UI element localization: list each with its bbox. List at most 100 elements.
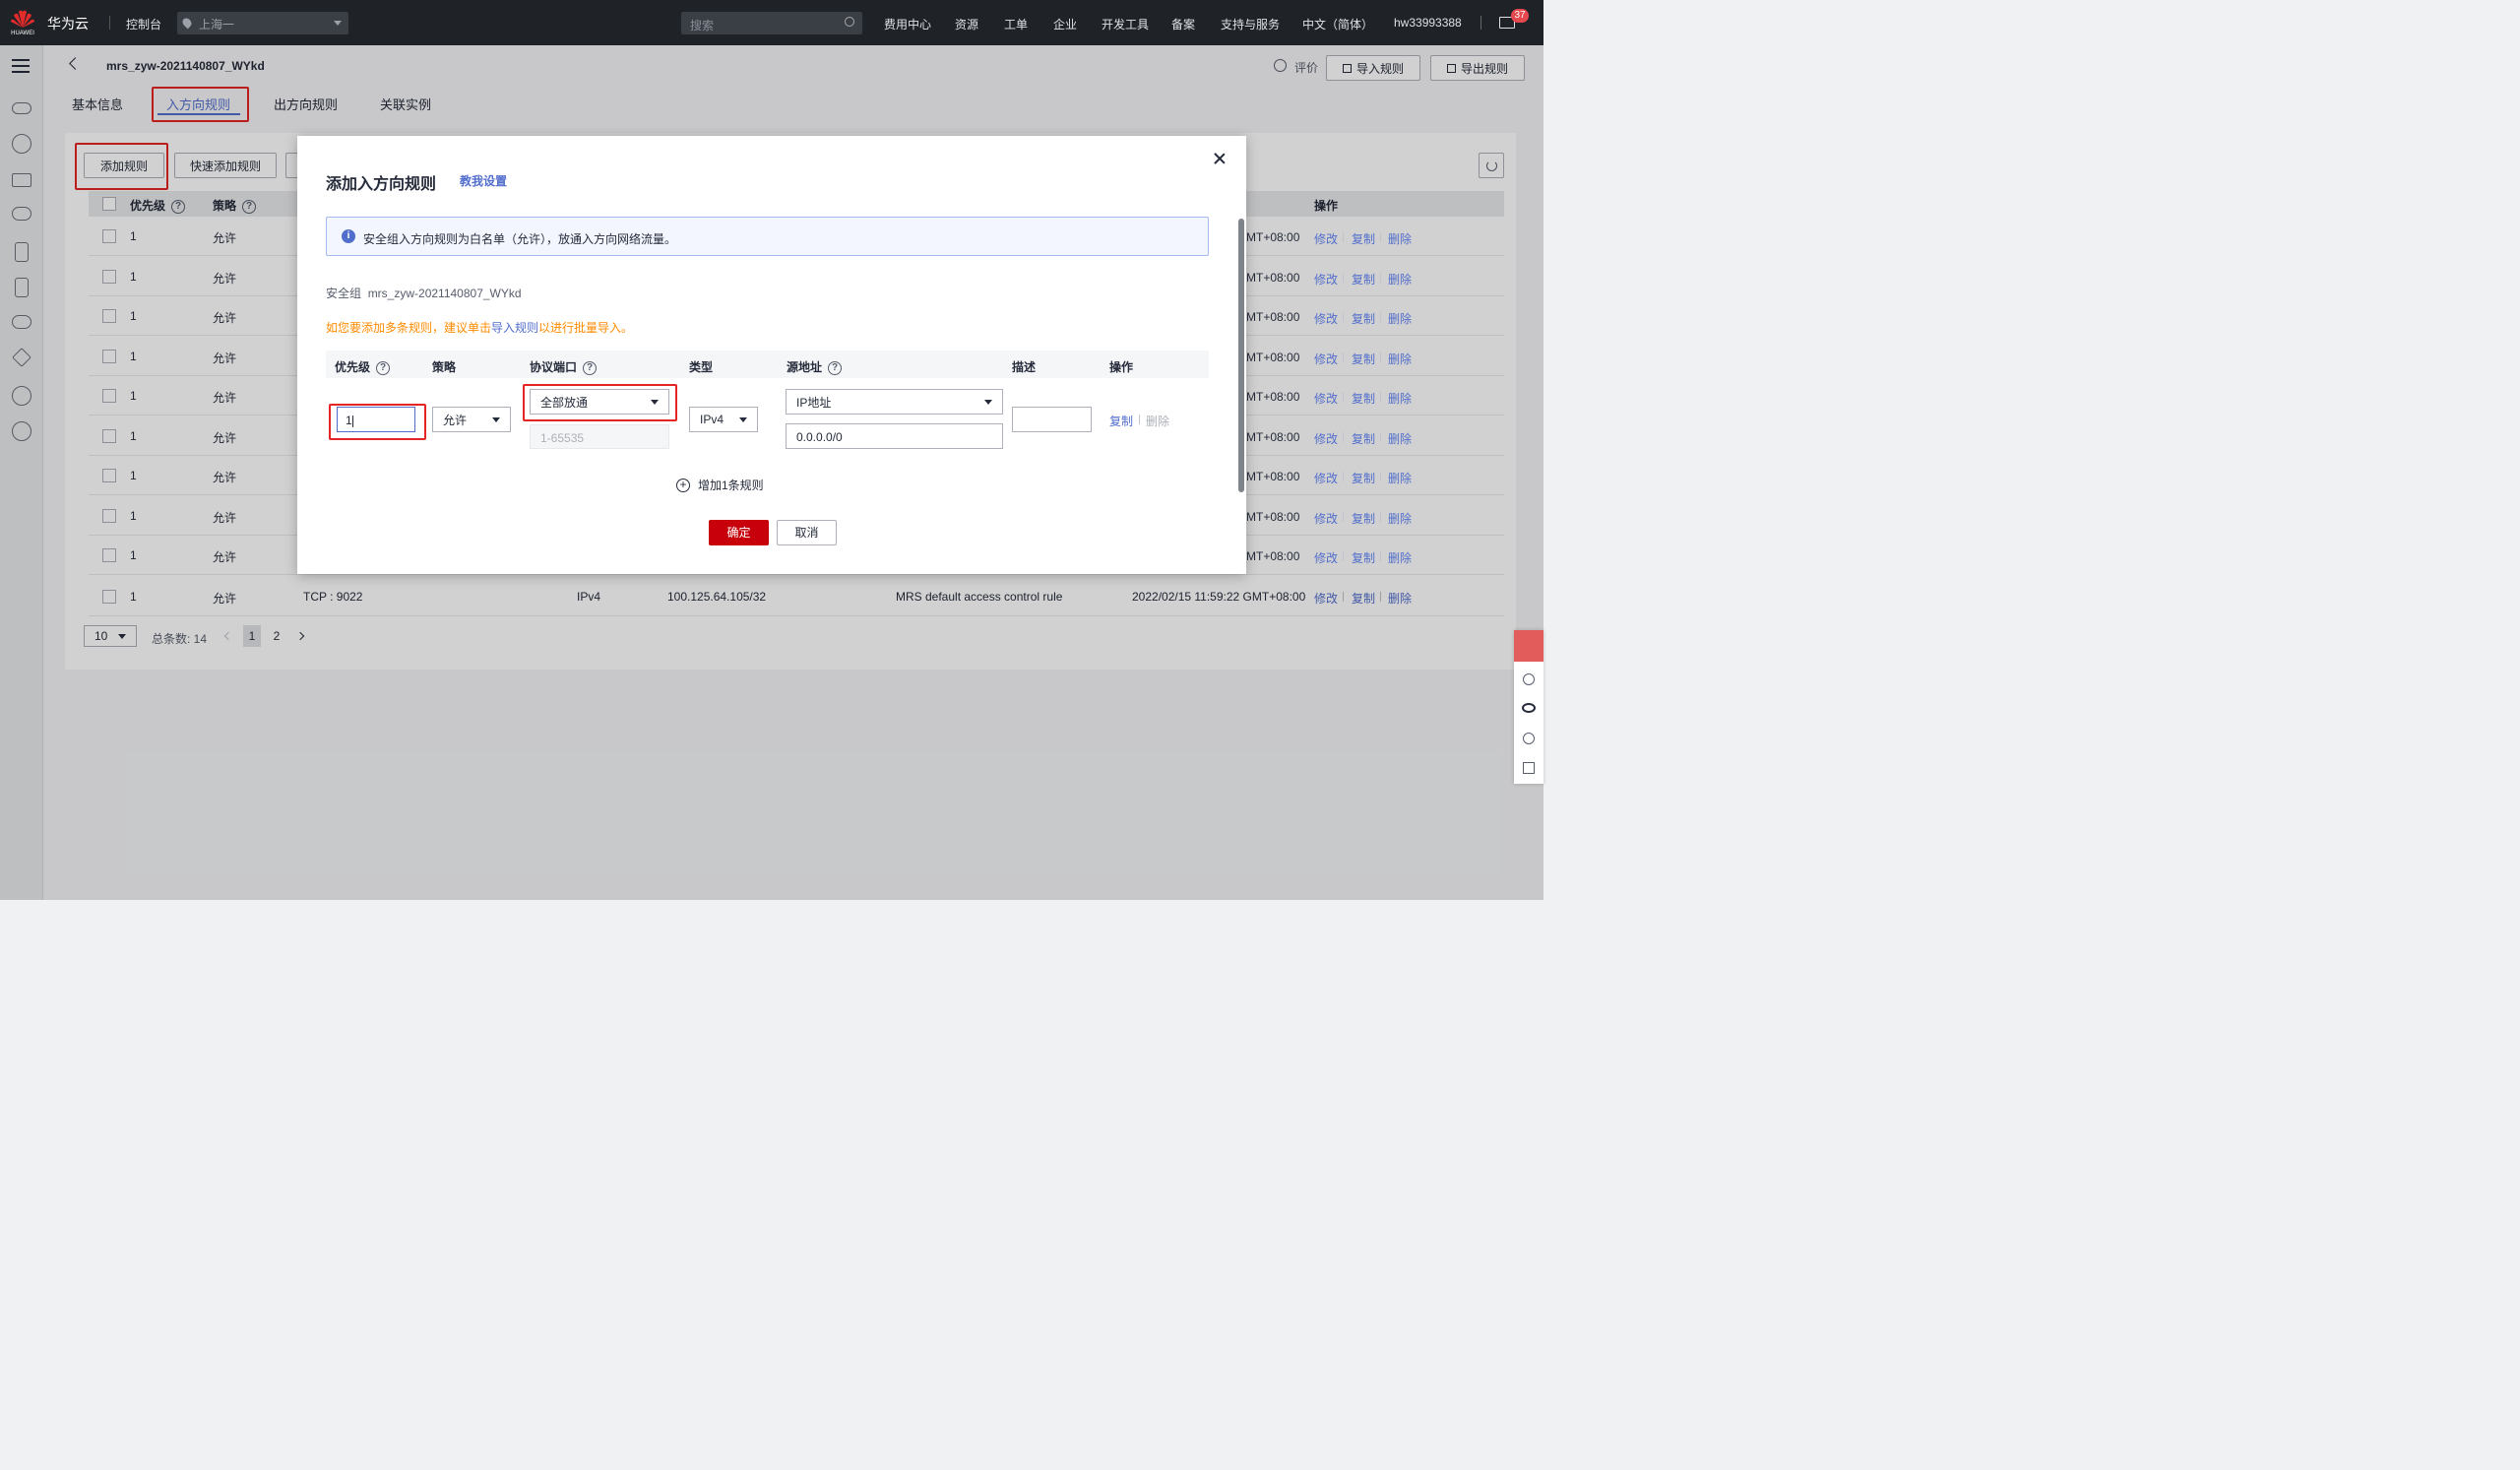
row-edit-link[interactable]: 修改 bbox=[1314, 271, 1338, 288]
type-select[interactable]: IPv4 bbox=[689, 407, 758, 432]
help-setup-link[interactable]: 教我设置 bbox=[460, 172, 507, 189]
row-delete-link[interactable]: 删除 bbox=[1388, 549, 1412, 566]
row-edit-link[interactable]: 修改 bbox=[1314, 510, 1338, 527]
batch-hint: 如您要添加多条规则，建议单击导入规则以进行批量导入。 bbox=[326, 321, 634, 335]
row-copy-link[interactable]: 复制 bbox=[1352, 430, 1375, 447]
row-copy-link[interactable]: 复制 bbox=[1352, 230, 1375, 247]
row-time: MT+08:00 bbox=[1246, 270, 1300, 285]
nav-enterprise[interactable]: 企业 bbox=[1053, 16, 1077, 32]
cancel-button[interactable]: 取消 bbox=[777, 520, 837, 545]
row-edit-link[interactable]: 修改 bbox=[1314, 351, 1338, 367]
search-placeholder: 搜索 bbox=[690, 19, 715, 32]
row-time: MT+08:00 bbox=[1246, 230, 1300, 244]
region-selector[interactable]: 上海一 bbox=[177, 12, 348, 34]
table-row-visible-part: MT+08:00 修改 复制 删除 bbox=[1246, 296, 1504, 336]
row-edit-link[interactable]: 修改 bbox=[1314, 470, 1338, 486]
row-edit-link[interactable]: 修改 bbox=[1314, 430, 1338, 447]
nav-resources[interactable]: 资源 bbox=[955, 16, 978, 32]
nav-tickets[interactable]: 工单 bbox=[1004, 16, 1028, 32]
info-text: 安全组入方向规则为白名单（允许），放通入方向网络流量。 bbox=[363, 232, 677, 246]
row-delete-link[interactable]: 删除 bbox=[1388, 430, 1412, 447]
row-time: MT+08:00 bbox=[1246, 509, 1300, 524]
col-desc: 描述 bbox=[1012, 360, 1037, 374]
row-copy-link[interactable]: 复制 bbox=[1352, 310, 1375, 327]
row-delete-link[interactable]: 删除 bbox=[1388, 510, 1412, 527]
info-alert: i 安全组入方向规则为白名单（允许），放通入方向网络流量。 bbox=[326, 217, 1209, 256]
search-icon[interactable] bbox=[845, 17, 854, 27]
row-time: MT+08:00 bbox=[1246, 310, 1300, 324]
port-range-input: 1-65535 bbox=[530, 424, 669, 449]
row-edit-link[interactable]: 修改 bbox=[1314, 390, 1338, 407]
form-copy-link[interactable]: 复制 bbox=[1109, 413, 1133, 429]
row-time: MT+08:00 bbox=[1246, 429, 1300, 444]
row-copy-link[interactable]: 复制 bbox=[1352, 470, 1375, 486]
row-delete-link[interactable]: 删除 bbox=[1388, 230, 1412, 247]
help-icon[interactable] bbox=[1523, 733, 1535, 744]
table-row-visible-part: MT+08:00 修改 复制 删除 bbox=[1246, 337, 1504, 376]
search-input[interactable]: 搜索 bbox=[681, 12, 862, 34]
table-row-visible-part: MT+08:00 修改 复制 删除 bbox=[1246, 257, 1504, 296]
col-priority: 优先级? bbox=[335, 358, 391, 375]
plus-circle-icon: + bbox=[676, 478, 690, 492]
chevron-down-icon bbox=[739, 416, 747, 422]
highlight-priority bbox=[329, 404, 426, 440]
chevron-down-icon bbox=[492, 416, 500, 422]
strategy-select[interactable]: 允许 bbox=[432, 407, 511, 432]
security-group-label: 安全组 mrs_zyw-2021140807_WYkd bbox=[326, 287, 522, 300]
nav-language[interactable]: 中文（简体） bbox=[1302, 16, 1373, 32]
row-delete-link[interactable]: 删除 bbox=[1388, 390, 1412, 407]
nav-icp[interactable]: 备案 bbox=[1171, 16, 1195, 32]
table-row-visible-part: MT+08:00 修改 复制 删除 bbox=[1246, 376, 1504, 415]
help-icon: ? bbox=[376, 360, 391, 375]
dialog-title: 添加入方向规则 bbox=[326, 176, 437, 193]
help-icon: ? bbox=[583, 360, 598, 375]
chevron-down-icon bbox=[334, 21, 342, 26]
huawei-logo[interactable]: HUAWEI bbox=[8, 8, 37, 37]
table-row-visible-part: MT+08:00 修改 复制 删除 bbox=[1246, 536, 1504, 575]
chat-icon[interactable] bbox=[1514, 630, 1544, 662]
nav-support[interactable]: 支持与服务 bbox=[1221, 16, 1280, 32]
row-edit-link[interactable]: 修改 bbox=[1314, 310, 1338, 327]
table-row-visible-part: MT+08:00 修改 复制 删除 bbox=[1246, 416, 1504, 456]
headset-icon[interactable] bbox=[1522, 703, 1536, 713]
user-account[interactable]: hw33993388 bbox=[1394, 16, 1462, 30]
col-type: 类型 bbox=[689, 360, 714, 374]
row-copy-link[interactable]: 复制 bbox=[1352, 351, 1375, 367]
dialog-scrollbar[interactable] bbox=[1238, 219, 1244, 492]
table-row-visible-part: MT+08:00 修改 复制 删除 bbox=[1246, 456, 1504, 495]
col-port: 协议端口? bbox=[530, 358, 598, 375]
floating-toolbar bbox=[1514, 630, 1544, 784]
source-type-select[interactable]: IP地址 bbox=[786, 389, 1003, 415]
row-copy-link[interactable]: 复制 bbox=[1352, 510, 1375, 527]
rule-form-header: 优先级? 策略 协议端口? 类型 源地址? 描述 操作 bbox=[326, 351, 1209, 378]
col-operation: 操作 bbox=[1109, 360, 1134, 374]
row-time: MT+08:00 bbox=[1246, 390, 1300, 404]
row-edit-link[interactable]: 修改 bbox=[1314, 230, 1338, 247]
source-address-input[interactable]: 0.0.0.0/0 bbox=[786, 423, 1003, 449]
nav-dev-tools[interactable]: 开发工具 bbox=[1102, 16, 1149, 32]
robot-icon[interactable] bbox=[1523, 673, 1535, 685]
import-rules-link[interactable]: 导入规则 bbox=[491, 321, 538, 335]
brand-name[interactable]: 华为云 bbox=[47, 14, 89, 33]
row-edit-link[interactable]: 修改 bbox=[1314, 549, 1338, 566]
row-copy-link[interactable]: 复制 bbox=[1352, 271, 1375, 288]
feedback-checklist-icon[interactable] bbox=[1523, 762, 1535, 774]
row-delete-link[interactable]: 删除 bbox=[1388, 470, 1412, 486]
logo-text: HUAWEI bbox=[11, 31, 34, 36]
table-row-visible-part: MT+08:00 修改 复制 删除 bbox=[1246, 217, 1504, 256]
row-delete-link[interactable]: 删除 bbox=[1388, 310, 1412, 327]
row-delete-link[interactable]: 删除 bbox=[1388, 351, 1412, 367]
close-icon[interactable] bbox=[1213, 152, 1227, 165]
description-input[interactable] bbox=[1012, 407, 1092, 432]
row-delete-link[interactable]: 删除 bbox=[1388, 271, 1412, 288]
info-icon: i bbox=[342, 229, 355, 243]
top-navbar: HUAWEI 华为云 控制台 上海一 搜索 费用中心 资源 工单 企业 开发工具… bbox=[0, 0, 1544, 45]
row-time: MT+08:00 bbox=[1246, 470, 1300, 483]
confirm-button[interactable]: 确定 bbox=[709, 520, 769, 545]
add-one-rule-button[interactable]: + 增加1条规则 bbox=[676, 477, 764, 493]
nav-billing[interactable]: 费用中心 bbox=[884, 16, 931, 32]
row-copy-link[interactable]: 复制 bbox=[1352, 549, 1375, 566]
row-copy-link[interactable]: 复制 bbox=[1352, 390, 1375, 407]
console-link[interactable]: 控制台 bbox=[126, 16, 161, 32]
mail-badge: 37 bbox=[1511, 9, 1529, 23]
